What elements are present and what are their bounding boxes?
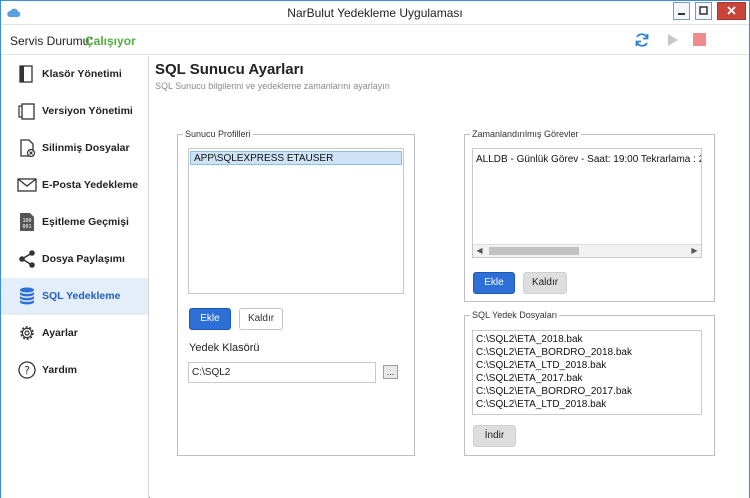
deleted-file-icon	[20, 139, 36, 158]
backup-files-list[interactable]: C:\SQL2\ETA_2018.bak C:\SQL2\ETA_BORDRO_…	[472, 330, 702, 415]
download-button[interactable]: İndir	[473, 425, 516, 447]
browse-folder-button[interactable]: ...	[383, 365, 398, 379]
sidebar-item-klasor-yonetimi[interactable]: Klasör Yönetimi	[1, 56, 148, 93]
backup-file-item[interactable]: C:\SQL2\ETA_2017.bak	[476, 373, 583, 384]
service-status-label: Servis Durumu:	[10, 34, 93, 48]
server-profiles-list[interactable]: APP\SQLEXPRESS ETAUSER	[188, 148, 404, 294]
backup-folder-label: Yedek Klasörü	[189, 342, 260, 354]
backup-file-item[interactable]: C:\SQL2\ETA_BORDRO_2018.bak	[476, 347, 632, 358]
scheduled-task-item[interactable]: ALLDB - Günlük Görev - Saat: 19:00 Tekra…	[476, 154, 701, 165]
service-status-bar: Servis Durumu: Çalışıyor	[1, 26, 749, 55]
backup-file-item[interactable]: C:\SQL2\ETA_LTD_2018.bak	[476, 360, 606, 371]
scheduled-tasks-legend: Zamanlandırılmış Görevler	[472, 129, 579, 139]
remove-task-button[interactable]: Kaldır	[523, 272, 567, 294]
sidebar-item-ayarlar[interactable]: Ayarlar	[1, 315, 148, 352]
add-profile-button[interactable]: Ekle	[189, 308, 231, 330]
maximize-button[interactable]	[695, 2, 712, 20]
window-title: NarBulut Yedekleme Uygulaması	[287, 6, 463, 20]
remove-profile-button[interactable]: Kaldır	[239, 308, 283, 330]
server-profiles-legend: Sunucu Profilleri	[185, 129, 251, 139]
app-window: NarBulut Yedekleme Uygulaması Servis Dur…	[0, 0, 750, 498]
sidebar-item-label: Versiyon Yönetimi	[42, 105, 133, 117]
gear-icon	[20, 326, 34, 340]
sidebar-item-label: SQL Yedekleme	[42, 290, 121, 302]
title-bar: NarBulut Yedekleme Uygulaması	[1, 1, 749, 25]
add-task-button[interactable]: Ekle	[473, 272, 515, 294]
main-content: SQL Sunucu Ayarları SQL Sunucu bilgileri…	[150, 56, 749, 498]
versions-icon	[18, 103, 35, 120]
sidebar-item-esitleme-gecmisi[interactable]: 100 001 Eşitleme Geçmişi	[1, 204, 148, 241]
sidebar-item-yardim[interactable]: ? Yardım	[1, 352, 148, 389]
refresh-icon[interactable]	[633, 31, 651, 49]
minimize-icon	[678, 13, 685, 15]
binary-file-icon: 100 001	[20, 213, 34, 231]
svg-text:?: ?	[24, 364, 30, 377]
sidebar-item-label: Klasör Yönetimi	[42, 68, 122, 80]
sidebar-item-sql-yedekleme[interactable]: SQL Yedekleme	[1, 278, 148, 315]
scroll-left-icon[interactable]: ◀	[473, 245, 486, 257]
page-subtitle: SQL Sunucu bilgilerini ve yedekleme zama…	[155, 81, 390, 91]
server-profile-item[interactable]: APP\SQLEXPRESS ETAUSER	[194, 153, 333, 164]
backup-file-item[interactable]: C:\SQL2\ETA_BORDRO_2017.bak	[476, 386, 632, 397]
page-title: SQL Sunucu Ayarları	[155, 61, 304, 78]
sidebar-item-label: Ayarlar	[42, 327, 78, 339]
sidebar: Klasör Yönetimi Versiyon Yönetimi Silinm…	[1, 56, 149, 498]
close-button[interactable]	[717, 2, 746, 20]
minimize-button[interactable]	[673, 2, 690, 20]
maximize-icon	[699, 6, 708, 15]
scroll-right-icon[interactable]: ▶	[688, 245, 701, 257]
backup-folder-input[interactable]: C:\SQL2	[188, 362, 376, 383]
share-icon	[19, 250, 35, 268]
tasks-horizontal-scrollbar[interactable]: ◀ ▶	[473, 244, 701, 257]
database-icon	[20, 287, 34, 305]
backup-files-legend: SQL Yedek Dosyaları	[472, 310, 558, 320]
sidebar-item-e-posta-yedekleme[interactable]: E-Posta Yedekleme	[1, 167, 148, 204]
help-icon: ?	[18, 361, 36, 379]
close-icon	[727, 6, 736, 15]
sidebar-item-label: Dosya Paylaşımı	[42, 253, 125, 265]
folder-document-icon	[19, 65, 33, 83]
scheduled-tasks-list[interactable]: ALLDB - Günlük Görev - Saat: 19:00 Tekra…	[472, 148, 702, 258]
svg-text:001: 001	[22, 224, 31, 230]
play-icon[interactable]	[663, 31, 681, 49]
sidebar-item-label: Yardım	[42, 364, 78, 376]
sidebar-item-silinmis-dosyalar[interactable]: Silinmiş Dosyalar	[1, 130, 148, 167]
sidebar-item-label: Eşitleme Geçmişi	[42, 216, 129, 228]
backup-file-item[interactable]: C:\SQL2\ETA_2018.bak	[476, 334, 583, 345]
backup-file-item[interactable]: C:\SQL2\ETA_LTD_2018.bak	[476, 399, 606, 410]
sidebar-item-label: Silinmiş Dosyalar	[42, 142, 130, 154]
sidebar-item-dosya-paylasimi[interactable]: Dosya Paylaşımı	[1, 241, 148, 278]
envelope-icon	[17, 178, 37, 192]
sidebar-item-versiyon-yonetimi[interactable]: Versiyon Yönetimi	[1, 93, 148, 130]
sidebar-item-label: E-Posta Yedekleme	[42, 179, 139, 191]
service-status-value: Çalışıyor	[85, 34, 136, 48]
scroll-thumb[interactable]	[489, 247, 579, 255]
stop-icon[interactable]	[691, 31, 709, 49]
